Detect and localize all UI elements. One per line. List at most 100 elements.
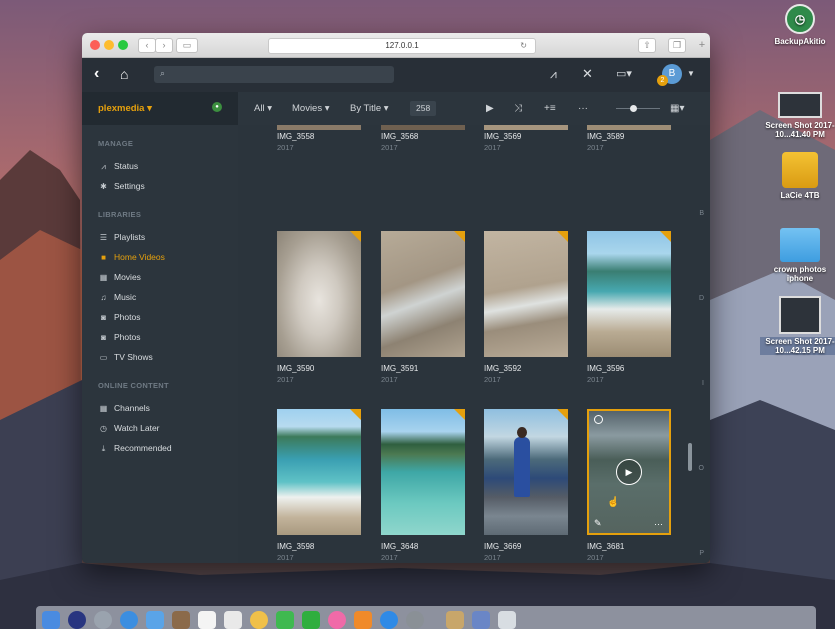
- itunes-icon[interactable]: [328, 611, 346, 629]
- filter-type-dropdown[interactable]: Movies ▾: [292, 92, 330, 125]
- media-tile[interactable]: IMG_3589 2017: [587, 125, 671, 152]
- photos-icon[interactable]: [250, 611, 268, 629]
- media-thumbnail[interactable]: ▶ ☝ ✎ ···: [587, 409, 671, 535]
- back-arrow-icon[interactable]: ‹: [94, 65, 99, 83]
- play-button-icon[interactable]: ▶: [616, 459, 642, 485]
- sidebar-item-tv-shows[interactable]: ▭ TV Shows: [82, 347, 238, 367]
- safari-icon[interactable]: [120, 611, 138, 629]
- server-name[interactable]: plexmedia ▾: [98, 103, 152, 114]
- sidebar-item-home-videos[interactable]: ■ Home Videos: [82, 247, 238, 267]
- play-icon[interactable]: ▶: [486, 92, 494, 125]
- new-tab-button[interactable]: +: [696, 39, 708, 51]
- sidebar-item-photos-2[interactable]: ◙ Photos: [82, 327, 238, 347]
- media-title: IMG_3591: [381, 364, 419, 373]
- reload-icon[interactable]: ↻: [520, 39, 527, 53]
- address-bar[interactable]: 127.0.0.1 ↻: [268, 38, 536, 54]
- desktop-icon-screenshot-2[interactable]: Screen Shot 2017-10...42.15 PM: [760, 296, 835, 355]
- sidebar-item-photos-1[interactable]: ◙ Photos: [82, 307, 238, 327]
- facetime-icon[interactable]: [302, 611, 320, 629]
- forward-button[interactable]: ›: [155, 38, 173, 53]
- server-selector[interactable]: plexmedia ▾ ●: [82, 92, 238, 125]
- minimize-window-button[interactable]: [104, 40, 114, 50]
- edit-pencil-icon[interactable]: ✎: [594, 518, 602, 529]
- media-tile[interactable]: IMG_3558 2017: [277, 125, 361, 152]
- sidebar-item-channels[interactable]: ▦ Channels: [82, 398, 238, 418]
- slider-handle[interactable]: [630, 105, 637, 112]
- app-icon[interactable]: [446, 611, 464, 629]
- sidebar-item-playlists[interactable]: ☰ Playlists: [82, 227, 238, 247]
- media-tile[interactable]: IMG_3592 2017: [484, 231, 568, 384]
- sidebar-item-status[interactable]: ⩘ Status: [82, 156, 238, 176]
- close-window-button[interactable]: [90, 40, 100, 50]
- search-input[interactable]: ⌕: [154, 66, 394, 83]
- desktop-icon-screenshot-1[interactable]: Screen Shot 2017-10...41.40 PM: [760, 92, 835, 139]
- add-to-queue-icon[interactable]: +≡: [544, 92, 556, 125]
- alpha-index-i[interactable]: I: [702, 380, 704, 387]
- more-options-icon[interactable]: ···: [578, 92, 588, 125]
- contacts-icon[interactable]: [172, 611, 190, 629]
- ibooks-icon[interactable]: [354, 611, 372, 629]
- media-tile[interactable]: IMG_3569 2017: [484, 125, 568, 152]
- siri-icon[interactable]: [68, 611, 86, 629]
- messages-icon[interactable]: [276, 611, 294, 629]
- home-icon[interactable]: ⌂: [120, 66, 128, 82]
- sidebar-item-settings[interactable]: ✱ Settings: [82, 176, 238, 196]
- list-icon: ☰: [99, 233, 108, 242]
- desktop-icon-backup[interactable]: ◷ BackupAkitio: [760, 4, 835, 46]
- calendar-icon[interactable]: [198, 611, 216, 629]
- sidebar-item-music[interactable]: ♫ Music: [82, 287, 238, 307]
- scrollbar-thumb[interactable]: [688, 443, 692, 471]
- media-tile[interactable]: IMG_3598 2017: [277, 409, 361, 562]
- app-store-icon[interactable]: [380, 611, 398, 629]
- media-tile[interactable]: IMG_3648 2017: [381, 409, 465, 562]
- filter-all-dropdown[interactable]: All ▾: [254, 92, 272, 125]
- media-thumbnail[interactable]: [381, 231, 465, 357]
- shuffle-icon[interactable]: ⤨: [514, 92, 522, 125]
- media-thumbnail[interactable]: [484, 231, 568, 357]
- media-tile-selected[interactable]: ▶ ☝ ✎ ··· IMG_3681 2017: [587, 409, 671, 562]
- media-thumbnail[interactable]: [484, 409, 568, 535]
- desktop-icon-crown-photos[interactable]: crown photos iphone: [760, 228, 835, 283]
- notification-badge[interactable]: 2: [657, 75, 668, 86]
- more-options-icon[interactable]: ···: [654, 519, 663, 529]
- sidebar-item-movies[interactable]: ▦ Movies: [82, 267, 238, 287]
- zoom-window-button[interactable]: [118, 40, 128, 50]
- trash-icon[interactable]: [498, 611, 516, 629]
- grid-view-icon[interactable]: ▦▾: [670, 92, 684, 125]
- media-thumbnail[interactable]: [381, 409, 465, 535]
- sidebar-item-watch-later[interactable]: ◷ Watch Later: [82, 418, 238, 438]
- media-thumbnail[interactable]: [277, 231, 361, 357]
- sidebar-item-recommended[interactable]: ⤓ Recommended: [82, 438, 238, 458]
- alpha-index-o[interactable]: O: [699, 465, 704, 472]
- alpha-index-b[interactable]: B: [699, 210, 704, 217]
- media-tile[interactable]: IMG_3669 2017: [484, 409, 568, 562]
- alpha-index-d[interactable]: D: [699, 295, 704, 302]
- media-thumbnail[interactable]: [587, 231, 671, 357]
- media-tile[interactable]: IMG_3590 2017: [277, 231, 361, 384]
- launchpad-icon[interactable]: [94, 611, 112, 629]
- desktop-icon-lacie[interactable]: LaCie 4TB: [760, 152, 835, 200]
- downloads-icon[interactable]: [472, 611, 490, 629]
- media-tile[interactable]: IMG_3596 2017: [587, 231, 671, 384]
- settings-tools-icon[interactable]: ✕: [582, 66, 593, 82]
- media-tile[interactable]: IMG_3568 2017: [381, 125, 465, 152]
- select-circle-icon[interactable]: [594, 415, 603, 424]
- size-slider[interactable]: [616, 105, 660, 112]
- mail-icon[interactable]: [146, 611, 164, 629]
- chevron-down-icon[interactable]: ▼: [687, 69, 695, 78]
- cast-icon[interactable]: ▭▾: [616, 67, 632, 80]
- sort-dropdown[interactable]: By Title ▾: [350, 92, 389, 125]
- reminders-icon[interactable]: [224, 611, 242, 629]
- sidebar-toggle-button[interactable]: ▭: [176, 38, 198, 53]
- media-thumbnail[interactable]: [277, 409, 361, 535]
- sidebar-item-label: Settings: [114, 181, 145, 191]
- share-button[interactable]: ⇧: [638, 38, 656, 53]
- media-title: IMG_3669: [484, 542, 522, 551]
- media-tile[interactable]: IMG_3591 2017: [381, 231, 465, 384]
- system-preferences-icon[interactable]: [406, 611, 424, 629]
- tabs-button[interactable]: ❐: [668, 38, 686, 53]
- back-button[interactable]: ‹: [138, 38, 156, 53]
- activity-icon[interactable]: ⩘: [550, 67, 557, 82]
- finder-icon[interactable]: [42, 611, 60, 629]
- alpha-index-p[interactable]: P: [699, 550, 704, 557]
